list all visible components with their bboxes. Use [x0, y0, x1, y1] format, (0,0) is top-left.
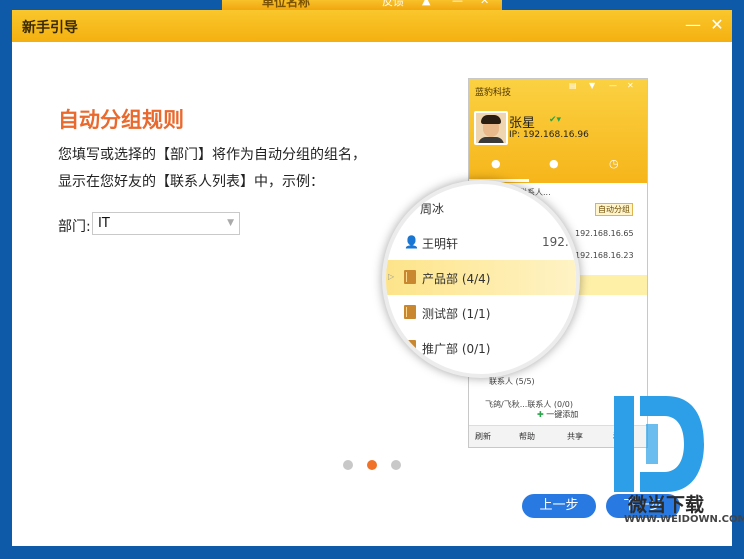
client-skin-icon: ▼: [589, 81, 596, 90]
group-item: ▷ 产品部 (4/4): [386, 260, 576, 295]
contact-name: 周冰: [420, 202, 445, 216]
weidown-logo-icon: [614, 396, 704, 492]
background-window-title: 单位名称: [262, 0, 311, 9]
client-close-icon: ✕: [627, 81, 634, 90]
client-footer-share: 共享: [567, 432, 583, 441]
prev-button[interactable]: 上一步: [522, 494, 596, 518]
online-status-icon: ✔▾: [549, 115, 562, 125]
plus-icon: ✚: [537, 410, 544, 419]
contacts-tab-icon: ●: [549, 157, 559, 170]
watermark-text: 微当下载: [628, 494, 705, 516]
chat-tab-icon: ●: [491, 157, 501, 170]
magnifier-circle: 周冰 👤 王明轩 192. ▷ 产品部 (4/4) 测试部 (1/1) 推广部 …: [382, 180, 580, 378]
client-ip-1: 192.168.16.65: [575, 229, 634, 238]
group-book-icon: [404, 305, 416, 319]
list-item: 周冰: [386, 190, 576, 225]
client-contacts-row: 联系人 (5/5): [489, 377, 535, 386]
group-name: 推广部 (0/1): [422, 342, 491, 356]
group-book-icon: [404, 270, 416, 284]
dialog-title: 新手引导: [22, 20, 78, 36]
description-line-2: 显示在您好友的【联系人列表】中，示例：: [58, 174, 324, 190]
contact-ip: 192.: [542, 235, 569, 249]
group-item: 推广部 (0/1): [386, 330, 576, 365]
auto-group-button: 自动分组: [595, 203, 633, 216]
guide-dialog: 新手引导 — ✕ 自动分组规则 您填写或选择的【部门】将作为自动分组的组名， 显…: [12, 10, 744, 546]
client-footer-refresh: 刷新: [475, 432, 491, 441]
background-window-titlebar: 单位名称 反馈 ▲ — ✕: [222, 0, 502, 10]
client-user-ip: IP: 192.168.16.96: [509, 130, 589, 140]
client-minimize-icon: —: [609, 81, 617, 90]
client-user-name: 张星: [509, 116, 536, 131]
person-icon: 👤: [404, 235, 419, 249]
minimize-button[interactable]: —: [682, 14, 704, 36]
description-line-1: 您填写或选择的【部门】将作为自动分组的组名，: [58, 147, 366, 163]
group-name: 产品部 (4/4): [422, 272, 491, 286]
page-dot-3[interactable]: [391, 460, 401, 470]
client-header: 蓝豹科技 ▤ ▼ — ✕ 张星 ✔▾ IP: 192.168.16.96 ● ●…: [469, 79, 647, 183]
client-company: 蓝豹科技: [475, 88, 512, 98]
group-book-icon: [404, 340, 416, 354]
dialog-titlebar: 新手引导 — ✕: [12, 10, 732, 42]
group-name: 测试部 (1/1): [422, 307, 491, 321]
client-footer-help: 帮助: [519, 432, 535, 441]
page-dot-2[interactable]: [367, 460, 377, 470]
shirt-icon[interactable]: ▲: [422, 0, 430, 7]
contact-name: 王明轩: [422, 237, 459, 251]
list-item: 👤 王明轩 192.: [386, 225, 576, 260]
page-heading: 自动分组规则: [58, 108, 184, 132]
history-tab-icon: ◷: [609, 157, 619, 170]
page-dot-1[interactable]: [343, 460, 353, 470]
department-select[interactable]: IT ▼: [92, 212, 240, 235]
department-value: IT: [98, 216, 110, 231]
chevron-down-icon[interactable]: ▼: [227, 218, 234, 228]
department-label: 部门:: [58, 219, 91, 235]
feedback-link[interactable]: 反馈: [382, 0, 404, 9]
client-add-button: ✚ 一键添加: [537, 410, 579, 419]
minimize-icon[interactable]: —: [452, 0, 463, 7]
close-icon[interactable]: ✕: [480, 0, 489, 7]
close-button[interactable]: ✕: [706, 14, 728, 36]
client-settings-icon: ▤: [569, 81, 577, 90]
client-ip-2: 192.168.16.23: [575, 251, 634, 260]
expand-icon: ▷: [388, 272, 395, 281]
avatar: [474, 111, 508, 145]
group-item: 测试部 (1/1): [386, 295, 576, 330]
watermark-url: WWW.WEIDOWN.COM: [624, 514, 744, 525]
